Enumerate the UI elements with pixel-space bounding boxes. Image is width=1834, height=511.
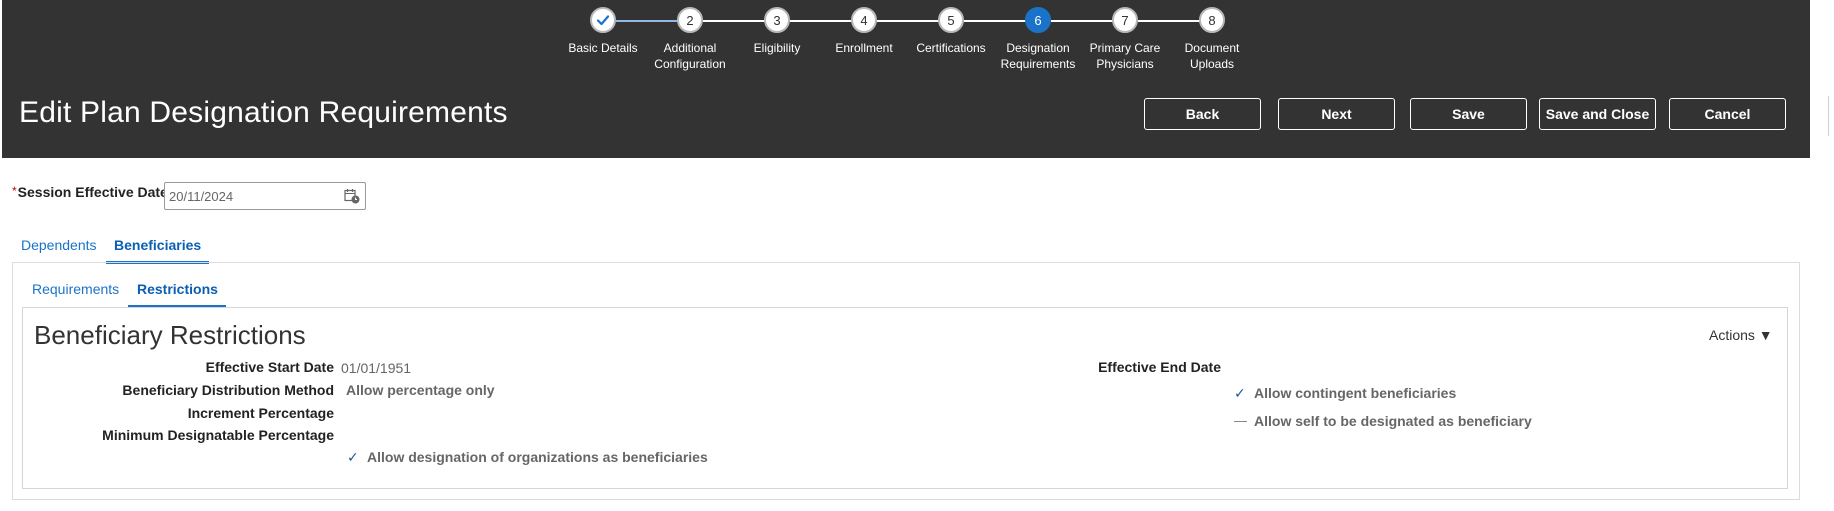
allow-self-label: Allow self to be designated as beneficia… bbox=[1254, 413, 1532, 429]
calendar-icon[interactable] bbox=[344, 188, 360, 204]
back-button[interactable]: Back bbox=[1144, 98, 1261, 130]
checkmark-icon bbox=[596, 15, 610, 26]
train-step-document-uploads[interactable]: 8 Document Uploads bbox=[1157, 7, 1267, 72]
allow-contingent-label: Allow contingent beneficiaries bbox=[1254, 385, 1457, 401]
allow-organizations-checkbox: ✓ Allow designation of organizations as b… bbox=[347, 449, 708, 466]
save-and-close-button[interactable]: Save and Close bbox=[1539, 98, 1656, 130]
train-step-circle: 5 bbox=[938, 7, 964, 33]
process-train: Basic Details 2 Additional Configuration… bbox=[2, 0, 1810, 80]
checkmark-icon: ✓ bbox=[1234, 385, 1246, 401]
effective-start-date-value: 01/01/1951 bbox=[341, 360, 412, 376]
tab-dependents[interactable]: Dependents bbox=[21, 237, 97, 261]
distribution-method-value: Allow percentage only bbox=[346, 382, 495, 398]
allow-organizations-label: Allow designation of organizations as be… bbox=[367, 449, 708, 465]
section-title: Beneficiary Restrictions bbox=[34, 320, 306, 350]
effective-start-date-label: Effective Start Date bbox=[205, 359, 334, 375]
save-button[interactable]: Save bbox=[1410, 98, 1527, 130]
train-step-circle: 3 bbox=[764, 7, 790, 33]
page-title: Edit Plan Designation Requirements bbox=[19, 96, 508, 129]
session-label-text: Session Effective Date bbox=[17, 184, 168, 200]
allow-self-checkbox: Allow self to be designated as beneficia… bbox=[1234, 413, 1532, 429]
train-step-circle: 2 bbox=[677, 7, 703, 33]
checkmark-icon: ✓ bbox=[347, 449, 359, 465]
effective-end-date-label: Effective End Date bbox=[1098, 359, 1221, 375]
train-step-circle: 4 bbox=[851, 7, 877, 33]
increment-percentage-label: Increment Percentage bbox=[187, 405, 334, 421]
required-indicator: * bbox=[12, 184, 17, 198]
distribution-method-label: Beneficiary Distribution Method bbox=[122, 382, 334, 398]
train-step-circle bbox=[590, 7, 616, 33]
train-step-circle: 7 bbox=[1112, 7, 1138, 33]
train-step-circle: 6 bbox=[1025, 7, 1051, 33]
session-effective-date-label: *Session Effective Date bbox=[12, 184, 168, 200]
dash-icon bbox=[1234, 421, 1247, 422]
tab-beneficiaries[interactable]: Beneficiaries bbox=[106, 237, 210, 264]
window-scrollbar[interactable] bbox=[1828, 96, 1834, 136]
subtab-requirements[interactable]: Requirements bbox=[32, 281, 119, 305]
train-step-circle: 8 bbox=[1199, 7, 1225, 33]
page-header: Basic Details 2 Additional Configuration… bbox=[2, 0, 1810, 158]
allow-contingent-checkbox: ✓ Allow contingent beneficiaries bbox=[1234, 385, 1456, 402]
session-date-field[interactable] bbox=[164, 182, 366, 210]
session-date-input[interactable] bbox=[169, 186, 329, 206]
actions-menu[interactable]: Actions ▼ bbox=[1709, 327, 1773, 343]
subtab-restrictions[interactable]: Restrictions bbox=[128, 281, 226, 308]
next-button[interactable]: Next bbox=[1278, 98, 1395, 130]
train-step-label: Document Uploads bbox=[1184, 41, 1240, 71]
minimum-designatable-percentage-label: Minimum Designatable Percentage bbox=[102, 427, 334, 443]
cancel-button[interactable]: Cancel bbox=[1669, 98, 1786, 130]
